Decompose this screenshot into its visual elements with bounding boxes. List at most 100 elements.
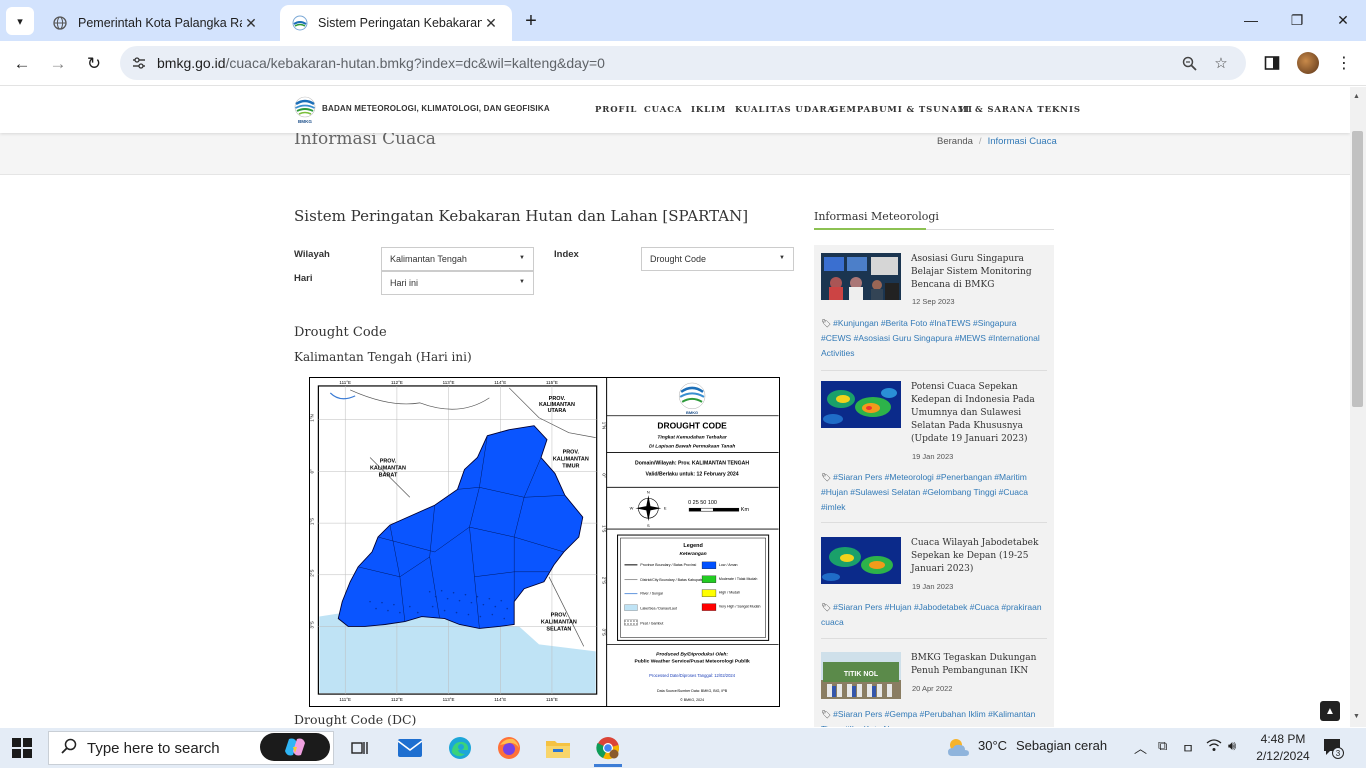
weather-icon[interactable] xyxy=(946,736,970,761)
nav-profil[interactable]: PROFIL xyxy=(595,105,637,115)
browser-toolbar: ← → ↻ bmkg.go.id/cuaca/kebakaran-hutan.b… xyxy=(0,41,1366,86)
weather-temp[interactable]: 30°C xyxy=(978,738,1007,753)
news-tags[interactable]: 🏷 #Siaran Pers #Meteorologi #Penerbangan … xyxy=(821,470,1047,515)
nav-cuaca[interactable]: CUACA xyxy=(644,105,682,115)
news-thumbnail[interactable]: TITIK NOL xyxy=(821,652,901,699)
hari-select[interactable]: Hari ini ▼ xyxy=(381,271,534,295)
wilayah-select[interactable]: Kalimantan Tengah ▼ xyxy=(381,247,534,271)
weather-text[interactable]: Sebagian cerah xyxy=(1016,738,1107,753)
svg-text:KALIMANTAN: KALIMANTAN xyxy=(553,456,589,462)
scroll-up-icon[interactable]: ▲ xyxy=(1353,93,1360,100)
notification-icon[interactable]: 3 xyxy=(1322,737,1344,759)
speaker-icon[interactable]: 🔊︎ xyxy=(1228,738,1236,754)
copilot-icon[interactable] xyxy=(260,733,330,761)
processed-date: Processed Date/Diproses Tanggal: 12/02/2… xyxy=(649,673,736,678)
index-value: Drought Code xyxy=(650,254,707,264)
index-label: Index xyxy=(554,249,579,260)
chevron-up-icon[interactable]: ︿ xyxy=(1134,738,1147,757)
news-date: 20 Apr 2022 xyxy=(912,684,953,693)
nav-it-sarana[interactable]: IT & SARANA TEKNIS xyxy=(959,105,1081,115)
svg-text:0°: 0° xyxy=(602,473,607,477)
legend-swatch-low xyxy=(701,561,717,569)
close-icon[interactable]: ✕ xyxy=(482,15,500,32)
news-thumbnail[interactable] xyxy=(821,537,901,584)
clock-time: 4:48 PM xyxy=(1260,732,1306,746)
mail-icon[interactable] xyxy=(390,732,430,764)
scrollbar-thumb[interactable] xyxy=(1352,131,1363,407)
news-divider xyxy=(821,638,1047,639)
close-window-icon[interactable]: ✕ xyxy=(1320,0,1366,40)
legend-high: High / Mudah xyxy=(719,591,740,595)
tag-icon: 🏷 xyxy=(821,319,832,328)
bmkg-panel-logo: BMKG xyxy=(678,382,706,415)
address-bar[interactable]: bmkg.go.id/cuaca/kebakaran-hutan.bmkg?in… xyxy=(120,46,1246,80)
side-panel-icon[interactable] xyxy=(1260,51,1284,75)
index-select[interactable]: Drought Code ▼ xyxy=(641,247,794,271)
svg-text:2°S: 2°S xyxy=(602,577,607,584)
news-tags-text[interactable]: #Siaran Pers #Meteorologi #Penerbangan #… xyxy=(821,472,1028,512)
news-thumbnail[interactable] xyxy=(821,253,901,300)
taskbar-clock[interactable]: 4:48 PM 2/12/2024 xyxy=(1252,731,1314,765)
clock-date: 2/12/2024 xyxy=(1256,749,1310,763)
chevron-up-icon[interactable]: ▲ xyxy=(1320,701,1340,721)
map-caption: Drought Code (DC) xyxy=(294,712,417,727)
legend-subtitle: Keterangan xyxy=(679,551,706,557)
scroll-down-icon[interactable]: ▼ xyxy=(1353,713,1360,720)
windows-taskbar: Type here to search 30°C Sebagian cerah … xyxy=(0,728,1366,768)
kebab-menu-icon[interactable]: ⋮ xyxy=(1332,51,1356,75)
input-method-icon[interactable]: ㅁ xyxy=(1182,738,1194,757)
news-title[interactable]: Potensi Cuaca Sepekan Kedepan di Indones… xyxy=(911,381,1047,446)
plus-icon[interactable]: + xyxy=(518,8,544,34)
news-thumbnail[interactable] xyxy=(821,381,901,428)
news-title[interactable]: Asosiasi Guru Singapura Belajar Sistem M… xyxy=(911,253,1047,292)
news-tags[interactable]: 🏷 #Kunjungan #Berita Foto #InaTEWS #Singa… xyxy=(821,316,1047,361)
news-title[interactable]: BMKG Tegaskan Dukungan Penuh Pembangunan… xyxy=(911,652,1047,678)
arrow-left-icon[interactable]: ← xyxy=(7,49,37,79)
bmkg-logo[interactable]: BMKG xyxy=(294,96,316,124)
arrow-right-icon[interactable]: → xyxy=(43,49,73,79)
minimize-icon[interactable]: — xyxy=(1228,0,1274,40)
close-icon[interactable]: ✕ xyxy=(242,15,260,32)
tune-icon[interactable] xyxy=(128,52,150,74)
news-tags[interactable]: 🏷 #Siaran Pers #Gempa #Perubahan Iklim #K… xyxy=(821,707,1047,727)
globe-icon xyxy=(52,15,68,31)
tab-sistem-peringatan[interactable]: Sistem Peringatan Kebakaran H ✕ xyxy=(280,5,512,41)
zoom-icon[interactable] xyxy=(1178,52,1200,74)
map-valid-date: Valid/Berlaku untuk: 12 February 2024 xyxy=(646,471,739,477)
map-domain: Domain/Wilayah: Prov. KALIMANTAN TENGAH xyxy=(635,460,749,466)
svg-text:1°N: 1°N xyxy=(309,414,314,422)
star-icon[interactable]: ☆ xyxy=(1210,52,1232,74)
svg-text:1°S: 1°S xyxy=(309,518,314,525)
breadcrumb-home[interactable]: Beranda xyxy=(937,136,973,147)
chevron-down-icon[interactable]: ▾ xyxy=(6,7,34,35)
search-icon xyxy=(61,738,77,759)
nav-gempabumi[interactable]: GEMPABUMI & TSUNAMI xyxy=(831,105,973,115)
file-explorer-icon[interactable] xyxy=(538,732,578,764)
province-label-kalbar: PROV. xyxy=(380,458,397,464)
chrome-icon[interactable] xyxy=(588,732,628,767)
news-tags[interactable]: 🏷 #Siaran Pers #Hujan #Jabodetabek #Cuaca… xyxy=(821,600,1047,630)
nav-iklim[interactable]: IKLIM xyxy=(691,105,726,115)
logo-text: BMKG xyxy=(298,119,312,124)
meet-now-icon[interactable]: ⧉ xyxy=(1158,738,1167,754)
legend-province-boundary: Province Boundary / Batas Provinsi xyxy=(640,563,696,567)
windows-start-icon[interactable] xyxy=(12,738,32,758)
wifi-icon[interactable] xyxy=(1206,738,1222,755)
restore-icon[interactable]: ❐ xyxy=(1274,0,1320,40)
firefox-icon[interactable] xyxy=(489,732,529,764)
task-view-icon[interactable] xyxy=(340,732,380,764)
page-title-bar: Informasi Cuaca Beranda / Informasi Cuaca xyxy=(0,129,1350,175)
url-text[interactable]: bmkg.go.id/cuaca/kebakaran-hutan.bmkg?in… xyxy=(157,55,605,71)
nav-kualitas-udara[interactable]: KUALITAS UDARA xyxy=(735,105,835,115)
news-tags-text[interactable]: #Siaran Pers #Hujan #Jabodetabek #Cuaca … xyxy=(821,602,1042,627)
news-title[interactable]: Cuaca Wilayah Jabodetabek Sepekan ke Dep… xyxy=(911,537,1047,576)
page-scrollbar[interactable]: ▲ ▼ xyxy=(1350,87,1366,727)
news-tags-text[interactable]: #Kunjungan #Berita Foto #InaTEWS #Singap… xyxy=(821,318,1040,358)
profile-avatar[interactable] xyxy=(1296,51,1320,75)
news-tags-text[interactable]: #Siaran Pers #Gempa #Perubahan Iklim #Ka… xyxy=(821,709,1035,727)
breadcrumb-current[interactable]: Informasi Cuaca xyxy=(988,136,1057,147)
reload-icon[interactable]: ↻ xyxy=(79,49,109,79)
edge-icon[interactable] xyxy=(440,732,480,764)
data-source: Data Source/Sumber Data: BMKG, BIG, IPB xyxy=(657,689,728,693)
tab-pemerintah-kota[interactable]: Pemerintah Kota Palangka Raya ✕ xyxy=(40,5,272,41)
